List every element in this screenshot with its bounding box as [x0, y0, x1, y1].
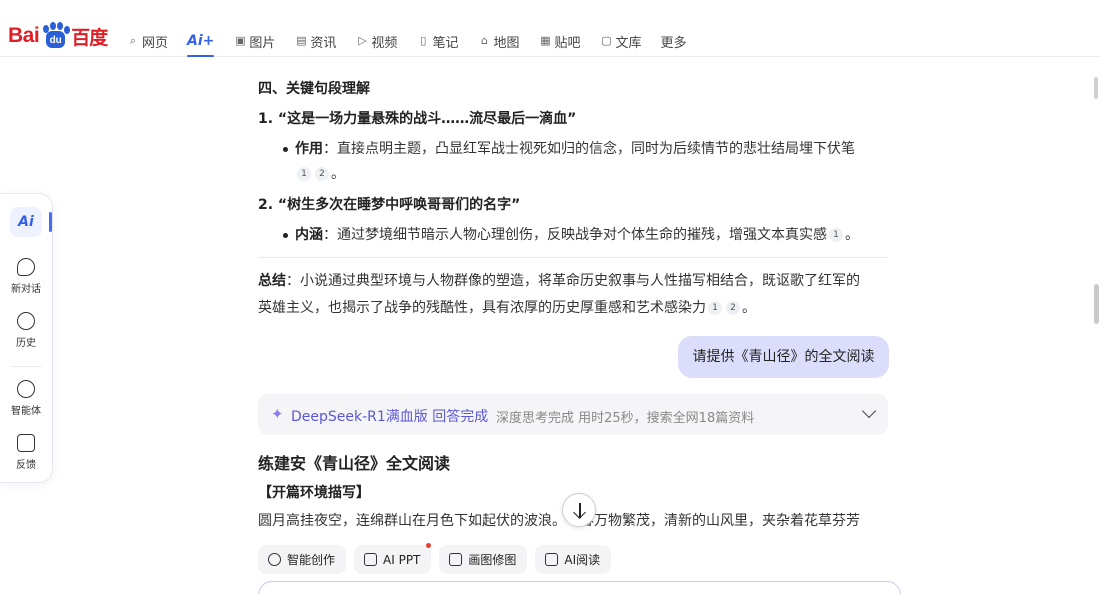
- tab-ai[interactable]: Ai+: [187, 29, 215, 57]
- sidebar-divider: [10, 366, 42, 367]
- image-edit-button[interactable]: 画图修图: [439, 545, 528, 574]
- tab-notes[interactable]: ▯ 笔记: [416, 29, 458, 53]
- book-icon: [545, 553, 559, 566]
- baidu-logo[interactable]: Bai du 百度: [8, 21, 108, 51]
- feedback-icon: [17, 434, 35, 452]
- ai-reading-button[interactable]: AI阅读: [535, 545, 612, 574]
- new-badge-dot: [426, 543, 432, 548]
- citation-badge[interactable]: 1: [829, 228, 843, 242]
- tab-tieba[interactable]: ▦ 贴吧: [538, 29, 580, 53]
- answer-title: 练建安《青山径》全文阅读: [258, 454, 451, 473]
- quote-2-explanation: 内涵：通过梦境细节暗示人物心理创伤，反映战争对个体生命的摧残，增强文本真实感 1。: [295, 227, 859, 243]
- scroll-marker: [1094, 77, 1098, 99]
- citation-badge[interactable]: 1: [708, 301, 722, 315]
- summary-line-2: 英雄主义，也揭示了战争的残酷性，具有浓厚的历史厚重感和艺术感染力 1 2。: [258, 300, 756, 316]
- pen-icon: [268, 553, 281, 566]
- ai-tools-row: 智能创作 AI PPT 画图修图 AI阅读: [258, 543, 619, 574]
- note-icon: ▯: [420, 34, 427, 47]
- thinking-detail: 深度思考完成 用时25秒，搜索全网18篇资料: [496, 411, 755, 426]
- map-icon: ⌂: [480, 34, 488, 47]
- page-scrollbar[interactable]: [1092, 57, 1100, 594]
- image-icon: ▣: [235, 34, 246, 47]
- new-chat-button[interactable]: 新对话: [0, 258, 52, 295]
- sparkle-icon: ✦: [271, 405, 284, 423]
- video-icon: ▷: [358, 34, 367, 47]
- quote-1-citations: 1 2。: [295, 160, 345, 188]
- active-indicator: [49, 212, 52, 232]
- tab-wenku[interactable]: ▢ 文库: [599, 29, 641, 53]
- quote-1-explanation: 作用：直接点明主题，凸显红军战士视死如归的信念，同时为后续情节的悲壮结局埋下伏笔: [295, 141, 855, 157]
- logo-text-baidu-cn: 百度: [71, 26, 108, 49]
- divider: [258, 257, 888, 258]
- top-navigation-bar: Bai du 百度 ⌕ 网页 Ai+ ▣ 图片 ▤ 资讯 ▷ 视频 ▯ 笔记 ⌂ 地图: [0, 0, 1100, 57]
- feedback-button[interactable]: 反馈: [0, 434, 52, 471]
- quote-item-2: 2. “树生多次在睡梦中呼唤哥哥们的名字”: [258, 197, 521, 213]
- citation-badge[interactable]: 1: [297, 167, 311, 181]
- tab-video[interactable]: ▷ 视频: [355, 29, 397, 53]
- tab-web[interactable]: ⌕ 网页: [126, 29, 168, 53]
- logo-text-bai: Bai: [8, 24, 40, 47]
- chat-input-box[interactable]: [258, 581, 901, 594]
- answer-subtitle: 【开篇环境描写】: [258, 485, 370, 501]
- section-heading: 四、关键句段理解: [258, 81, 370, 97]
- model-status: DeepSeek-R1满血版 回答完成: [291, 409, 489, 425]
- citation-badge[interactable]: 2: [726, 301, 740, 315]
- smart-create-button[interactable]: 智能创作: [258, 545, 347, 574]
- ppt-icon: [364, 553, 378, 566]
- tab-news[interactable]: ▤ 资讯: [294, 29, 336, 53]
- ai-home-button[interactable]: Ai: [10, 207, 42, 237]
- tab-map[interactable]: ⌂ 地图: [477, 29, 520, 53]
- answer-paragraph: 圆月高挂夜空，连绵群山在月色下如起伏的波浪。 春万物繁茂，清新的山风里，夹杂着花草…: [258, 513, 860, 529]
- quote-item-1: 1. “这是一场力量悬殊的战斗……流尽最后一滴血”: [258, 111, 577, 127]
- user-message-bubble: 请提供《青山径》的全文阅读: [678, 336, 889, 378]
- tieba-icon: ▦: [540, 34, 551, 47]
- news-icon: ▤: [296, 34, 307, 47]
- scroll-to-bottom-button[interactable]: [562, 493, 596, 527]
- tab-images[interactable]: ▣ 图片: [233, 29, 275, 53]
- doc-icon: ▢: [601, 34, 612, 47]
- search-vertical-tabs: ⌕ 网页 Ai+ ▣ 图片 ▤ 资讯 ▷ 视频 ▯ 笔记 ⌂ 地图 ▦ 贴吧 ▢ 文库 更多: [126, 29, 706, 57]
- summary-line-1: 总结：小说通过典型环境与人物群像的塑造，将革命历史叙事与人性描写相结合，既讴歌了…: [258, 273, 860, 289]
- bullet-dot: [283, 233, 288, 238]
- search-icon: ⌕: [129, 34, 137, 47]
- new-chat-icon: [17, 258, 35, 276]
- agent-button[interactable]: 智能体: [0, 380, 52, 417]
- history-button[interactable]: 历史: [0, 312, 52, 349]
- paw-icon: du: [40, 22, 71, 50]
- history-icon: [17, 312, 35, 330]
- agent-icon: [17, 380, 35, 398]
- deep-thinking-status-bar[interactable]: ✦ DeepSeek-R1满血版 回答完成 深度思考完成 用时25秒，搜索全网1…: [258, 394, 888, 435]
- citation-badge[interactable]: 2: [315, 167, 329, 181]
- scroll-thumb[interactable]: [1094, 284, 1099, 324]
- ai-ppt-button[interactable]: AI PPT: [354, 543, 432, 574]
- bullet-dot: [283, 147, 288, 152]
- picture-edit-icon: [449, 553, 463, 566]
- tab-more[interactable]: 更多: [661, 29, 687, 53]
- left-floating-sidebar: Ai 新对话 历史 智能体 反馈: [0, 193, 53, 483]
- chevron-down-icon[interactable]: [861, 403, 877, 419]
